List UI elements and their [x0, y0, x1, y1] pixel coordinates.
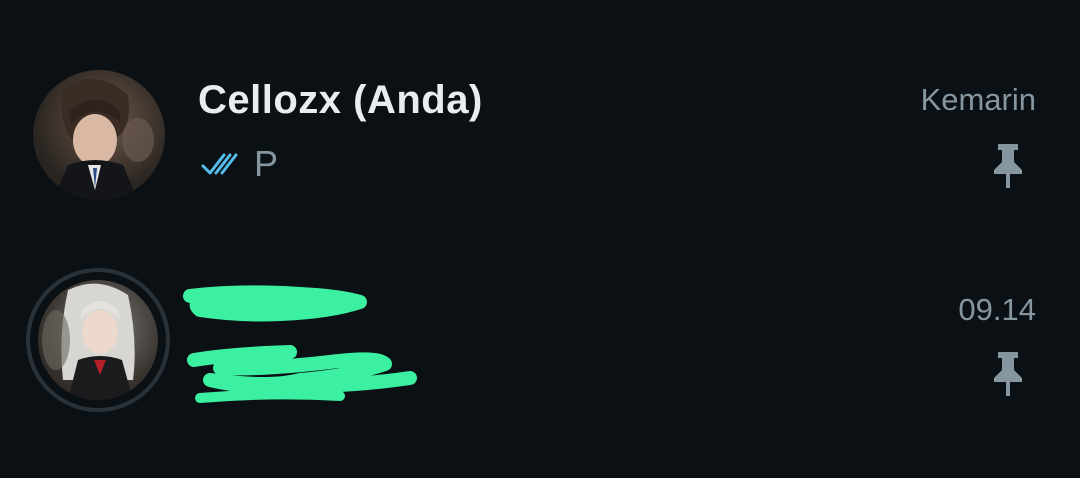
chat-list: Cellozx (Anda) P Kemarin 09.14: [0, 0, 1080, 478]
pin-icon: [992, 142, 1024, 190]
chat-row-redacted[interactable]: 09.14: [0, 240, 1080, 440]
avatar[interactable]: [38, 280, 158, 400]
timestamp: Kemarin: [920, 82, 1036, 117]
avatar-image: [42, 283, 135, 400]
message-preview: P: [200, 140, 278, 188]
chat-row-cellozx[interactable]: Cellozx (Anda) P Kemarin: [0, 0, 1080, 200]
preview-text: P: [254, 143, 279, 184]
pin-icon: [992, 350, 1024, 398]
redaction-scribble: [183, 285, 417, 403]
avatar[interactable]: [33, 70, 165, 200]
avatar-image: [53, 78, 154, 200]
timestamp: 09.14: [958, 292, 1036, 327]
double-check-icon: [200, 149, 248, 179]
contact-name: Cellozx (Anda): [198, 78, 483, 122]
